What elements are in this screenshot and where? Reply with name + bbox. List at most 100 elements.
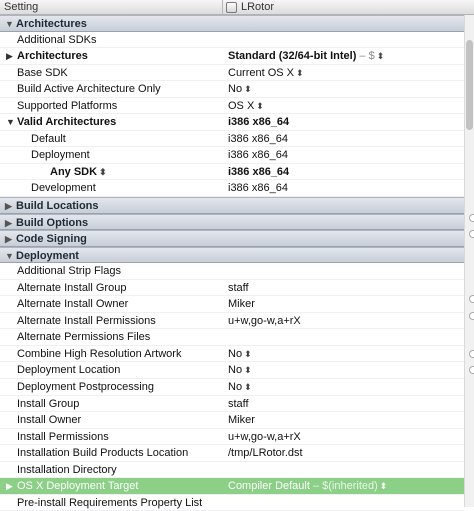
target-column-header[interactable]: LRotor <box>226 1 274 13</box>
edge-marker <box>469 366 474 374</box>
popup-stepper-icon[interactable]: ⬍ <box>244 382 252 392</box>
setting-value-text: u+w,go-w,a+rX <box>228 314 301 327</box>
setting-value-text: OS X <box>228 99 255 112</box>
setting-row-additional-sdks[interactable]: Additional SDKs <box>0 32 464 49</box>
setting-row-pre-install-requirements-property-list[interactable]: Pre-install Requirements Property List <box>0 495 464 511</box>
disclosure-closed-icon[interactable]: ▶ <box>5 231 12 248</box>
setting-value[interactable]: u+w,go-w,a+rX <box>228 429 301 446</box>
setting-name-text: Install Owner <box>17 414 82 427</box>
section-header-build-options[interactable]: ▶ Build Options <box>0 213 464 232</box>
section-header-build-locations[interactable]: ▶ Build Locations <box>0 197 464 214</box>
vertical-scrollbar[interactable] <box>464 15 474 507</box>
popup-stepper-icon[interactable]: ⬍ <box>244 349 252 359</box>
popup-stepper-icon[interactable]: ⬍ <box>380 481 388 491</box>
edge-marker <box>469 312 474 320</box>
setting-value[interactable]: No ⬍ <box>228 346 252 363</box>
setting-value[interactable]: staff <box>228 396 249 413</box>
setting-row-development[interactable]: Development i386 x86_64 <box>0 180 464 198</box>
setting-name: Installation Build Products Location <box>17 445 188 462</box>
setting-row-base-sdk[interactable]: Base SDK Current OS X ⬍ <box>0 65 464 82</box>
setting-name-text: Installation Build Products Location <box>17 447 189 460</box>
disclosure-open-icon[interactable]: ▼ <box>5 248 14 265</box>
disclosure-open-icon[interactable]: ▼ <box>6 114 15 131</box>
setting-name: Alternate Install Owner <box>17 296 128 313</box>
setting-value[interactable]: No ⬍ <box>228 81 252 98</box>
setting-value[interactable]: Miker <box>228 412 255 429</box>
setting-row-deployment-location[interactable]: Deployment Location No ⬍ <box>0 362 464 380</box>
setting-row-installation-directory[interactable]: Installation Directory <box>0 462 464 479</box>
setting-row-build-active-architecture-only[interactable]: Build Active Architecture Only No ⬍ <box>0 81 464 98</box>
setting-name: Install Group <box>17 396 79 413</box>
setting-value[interactable]: No ⬍ <box>228 379 252 396</box>
setting-row-supported-platforms[interactable]: Supported Platforms OS X ⬍ <box>0 98 464 115</box>
setting-value[interactable]: u+w,go-w,a+rX <box>228 313 301 330</box>
setting-row-install-group[interactable]: Install Group staff <box>0 396 464 413</box>
setting-row-alternate-permissions-files[interactable]: Alternate Permissions Files <box>0 329 464 346</box>
popup-stepper-icon[interactable]: ⬍ <box>296 68 304 78</box>
setting-row-any-sdk[interactable]: Any SDK ⬍ i386 x86_64 <box>0 164 464 181</box>
setting-row-alternate-install-permissions[interactable]: Alternate Install Permissions u+w,go-w,a+… <box>0 313 464 330</box>
edge-marker <box>469 214 474 222</box>
setting-name: Additional Strip Flags <box>17 263 121 280</box>
setting-value-text: No <box>228 347 243 360</box>
disclosure-closed-icon[interactable]: ▶ <box>6 478 13 495</box>
setting-value-text: Standard (32/64-bit Intel) <box>228 50 357 63</box>
setting-name-text: Deployment Location <box>17 364 121 377</box>
setting-value[interactable]: No ⬍ <box>228 362 252 379</box>
setting-row-installation-build-products-location[interactable]: Installation Build Products Location/tmp… <box>0 445 464 462</box>
setting-value[interactable]: Compiler Default – $(inherited) ⬍ <box>228 478 387 495</box>
setting-value[interactable]: Current OS X ⬍ <box>228 65 304 82</box>
scrollbar-thumb[interactable] <box>466 40 473 130</box>
section-header-code-signing[interactable]: ▶ Code Signing <box>0 230 464 247</box>
column-divider[interactable] <box>222 0 223 15</box>
disclosure-open-icon[interactable]: ▼ <box>5 16 14 33</box>
disclosure-closed-icon[interactable]: ▶ <box>5 198 12 215</box>
setting-value-text: Compiler Default <box>228 480 310 493</box>
popup-stepper-icon[interactable]: ⬍ <box>244 365 252 375</box>
setting-row-deployment[interactable]: Deployment i386 x86_64 <box>0 147 464 164</box>
setting-value[interactable]: i386 x86_64 <box>228 131 288 148</box>
section-header-deployment[interactable]: ▼ Deployment <box>0 246 464 265</box>
setting-value[interactable]: Standard (32/64-bit Intel) – $ ⬍ <box>228 48 384 65</box>
target-name: LRotor <box>241 1 275 13</box>
setting-row-alternate-install-group[interactable]: Alternate Install Group staff <box>0 280 464 297</box>
setting-row-install-owner[interactable]: Install Owner Miker <box>0 412 464 429</box>
setting-row-architectures[interactable]: ▶ Architectures Standard (32/64-bit Intel)… <box>0 48 464 65</box>
setting-row-combine-high-resolution-artwork[interactable]: Combine High Resolution Artwork No ⬍ <box>0 346 464 363</box>
setting-row-default[interactable]: Default i386 x86_64 <box>0 131 464 148</box>
setting-row-install-permissions[interactable]: Install Permissions u+w,go-w,a+rX <box>0 429 464 446</box>
popup-stepper-icon[interactable]: ⬍ <box>256 101 264 111</box>
disclosure-closed-icon[interactable]: ▶ <box>5 215 12 232</box>
setting-value[interactable]: i386 x86_64 <box>228 147 288 164</box>
stepper-icon[interactable]: ⬍ <box>99 167 107 177</box>
section-title: Build Options <box>16 216 89 229</box>
setting-name-text: Alternate Permissions Files <box>17 331 151 344</box>
section-header-architectures[interactable]: ▼ Architectures <box>0 15 464 32</box>
section-title: Code Signing <box>16 233 87 246</box>
setting-value-text: /tmp/LRotor.dst <box>228 447 303 460</box>
setting-row-valid-architectures[interactable]: ▼ Valid Architectures i386 x86_64 <box>0 114 464 131</box>
setting-column-header[interactable]: Setting <box>4 1 38 13</box>
setting-row-deployment-postprocessing[interactable]: Deployment Postprocessing No ⬍ <box>0 379 464 396</box>
setting-row-alternate-install-owner[interactable]: Alternate Install Owner Miker <box>0 296 464 313</box>
popup-stepper-icon[interactable]: ⬍ <box>244 84 252 94</box>
setting-name-text: Development <box>31 182 96 195</box>
setting-name-text: Install Permissions <box>17 430 109 443</box>
setting-value[interactable]: i386 x86_64 <box>228 114 289 131</box>
popup-stepper-icon[interactable]: ⬍ <box>377 51 385 61</box>
setting-row-additional-strip-flags[interactable]: Additional Strip Flags <box>0 263 464 280</box>
setting-name-text: Pre-install Requirements Property List <box>17 496 203 509</box>
setting-value-text: staff <box>228 397 249 410</box>
setting-value[interactable]: staff <box>228 280 249 297</box>
setting-value[interactable]: OS X ⬍ <box>228 98 264 115</box>
edge-marker <box>469 295 474 303</box>
setting-name: Combine High Resolution Artwork <box>17 346 181 363</box>
disclosure-closed-icon[interactable]: ▶ <box>6 48 13 65</box>
setting-name: Deployment Postprocessing <box>17 379 154 396</box>
setting-value[interactable]: i386 x86_64 <box>228 164 289 181</box>
setting-value[interactable]: i386 x86_64 <box>228 180 288 197</box>
setting-value[interactable]: /tmp/LRotor.dst <box>228 445 303 462</box>
setting-value-text: No <box>228 381 243 394</box>
setting-value[interactable]: Miker <box>228 296 255 313</box>
setting-row-os-x-deployment-target[interactable]: ▶ OS X Deployment Target Compiler Default … <box>0 478 464 495</box>
